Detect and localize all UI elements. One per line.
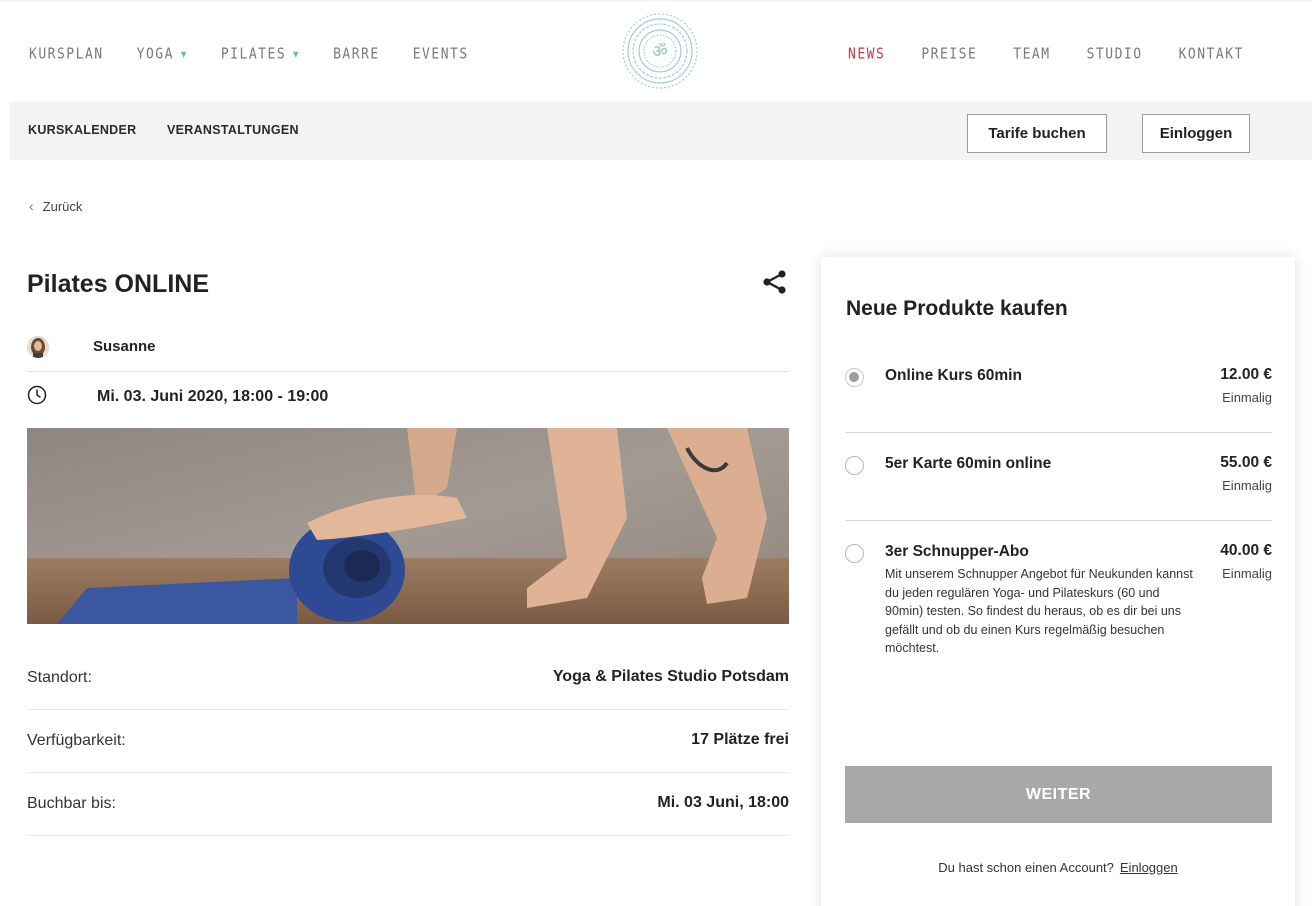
detail-row-buchbar-bis: Buchbar bis: Mi. 03 Juni, 18:00 (27, 773, 789, 836)
back-label: Zurück (42, 198, 83, 214)
product-name: 3er Schnupper-Abo (885, 543, 1029, 560)
login-link[interactable]: Einloggen (1120, 860, 1178, 875)
product-description: Mit unserem Schnupper Angebot für Neukun… (885, 567, 1193, 655)
product-frequency: Einmalig (1222, 566, 1272, 581)
om-mandala-icon[interactable]: ॐ (620, 11, 700, 91)
product-price: 55.00 € (1220, 454, 1272, 471)
course-datetime: Mi. 03. Juni 2020, 18:00 - 19:00 (97, 388, 329, 405)
chevron-left-icon: ‹ (29, 198, 34, 214)
clock-icon (27, 385, 47, 405)
detail-row-verfuegbarkeit: Verfügbarkeit: 17 Plätze frei (27, 710, 789, 773)
course-hero-image (27, 428, 789, 624)
product-option[interactable]: 5er Karte 60min online 55.00 € Einmalig (845, 453, 1272, 521)
panel-title: Neue Produkte kaufen (846, 297, 1068, 320)
weiter-button[interactable]: WEITER (845, 766, 1272, 823)
nav-label: TEAM (1013, 45, 1051, 64)
course-title: Pilates ONLINE (27, 270, 209, 298)
back-link[interactable]: ‹ Zurück (29, 198, 82, 214)
nav-label: EVENTS (412, 45, 469, 64)
sub-navigation: KURSKALENDER VERANSTALTUNGEN Tarife buch… (10, 102, 1312, 160)
teacher-name: Susanne (93, 338, 156, 355)
svg-text:ॐ: ॐ (652, 42, 668, 62)
product-name: 5er Karte 60min online (885, 455, 1052, 472)
product-option[interactable]: Online Kurs 60min 12.00 € Einmalig (845, 365, 1272, 433)
nav-item-barre[interactable]: BARRE (333, 46, 380, 63)
nav-item-studio[interactable]: STUDIO (1087, 46, 1143, 63)
subnav-kurskalender[interactable]: KURSKALENDER (28, 123, 136, 137)
detail-value: Yoga & Pilates Studio Potsdam (552, 668, 789, 685)
product-radio[interactable] (845, 544, 864, 563)
account-prompt: Du hast schon einen Account? Einloggen (821, 860, 1295, 875)
detail-value: 17 Plätze frei (691, 731, 789, 748)
nav-item-pilates[interactable]: PILATES ▼ (221, 46, 300, 63)
subnav-veranstaltungen[interactable]: VERANSTALTUNGEN (167, 123, 299, 137)
detail-value: Mi. 03 Juni, 18:00 (657, 794, 789, 811)
product-option[interactable]: 3er Schnupper-Abo 40.00 € Einmalig Mit u… (845, 541, 1272, 711)
product-price: 12.00 € (1220, 366, 1272, 383)
nav-item-yoga[interactable]: YOGA ▼ (137, 46, 188, 63)
einloggen-button[interactable]: Einloggen (1142, 114, 1250, 153)
nav-right-group: NEWS PREISE TEAM STUDIO KONTAKT (848, 46, 1280, 63)
nav-label: BARRE (333, 45, 380, 64)
nav-item-kursplan[interactable]: KURSPLAN (29, 46, 104, 63)
nav-item-team[interactable]: TEAM (1013, 46, 1050, 63)
product-frequency: Einmalig (1222, 478, 1272, 493)
product-price: 40.00 € (1220, 542, 1272, 559)
share-icon[interactable] (762, 270, 788, 294)
top-navigation: KURSPLAN YOGA ▼ PILATES ▼ BARRE EVENTS ॐ N… (0, 0, 1312, 102)
product-radio[interactable] (845, 368, 864, 387)
teacher-row: Susanne (27, 334, 789, 372)
nav-label: PILATES (220, 45, 287, 64)
nav-label: YOGA (136, 45, 174, 64)
account-text: Du hast schon einen Account? (938, 860, 1114, 875)
nav-label: NEWS (848, 45, 886, 64)
purchase-panel: Neue Produkte kaufen Online Kurs 60min 1… (821, 257, 1295, 906)
datetime-row: Mi. 03. Juni 2020, 18:00 - 19:00 (27, 373, 789, 425)
nav-item-events[interactable]: EVENTS (413, 46, 469, 63)
product-name: Online Kurs 60min (885, 367, 1022, 384)
nav-item-preise[interactable]: PREISE (921, 46, 977, 63)
nav-left-group: KURSPLAN YOGA ▼ PILATES ▼ BARRE EVENTS (29, 46, 502, 63)
product-frequency: Einmalig (1222, 390, 1272, 405)
nav-label: STUDIO (1086, 45, 1143, 64)
nav-item-news[interactable]: NEWS (848, 46, 885, 63)
nav-label: KONTAKT (1178, 45, 1244, 64)
nav-item-kontakt[interactable]: KONTAKT (1179, 46, 1244, 63)
detail-label: Verfügbarkeit: (27, 732, 126, 749)
nav-label: PREISE (921, 45, 978, 64)
avatar[interactable] (27, 336, 49, 358)
product-radio[interactable] (845, 456, 864, 475)
detail-label: Buchbar bis: (27, 795, 116, 812)
chevron-down-icon: ▼ (293, 48, 301, 61)
detail-row-standort: Standort: Yoga & Pilates Studio Potsdam (27, 647, 789, 710)
tarife-buchen-button[interactable]: Tarife buchen (967, 114, 1107, 153)
nav-label: KURSPLAN (29, 45, 104, 64)
detail-label: Standort: (27, 669, 92, 686)
chevron-down-icon: ▼ (180, 48, 188, 61)
